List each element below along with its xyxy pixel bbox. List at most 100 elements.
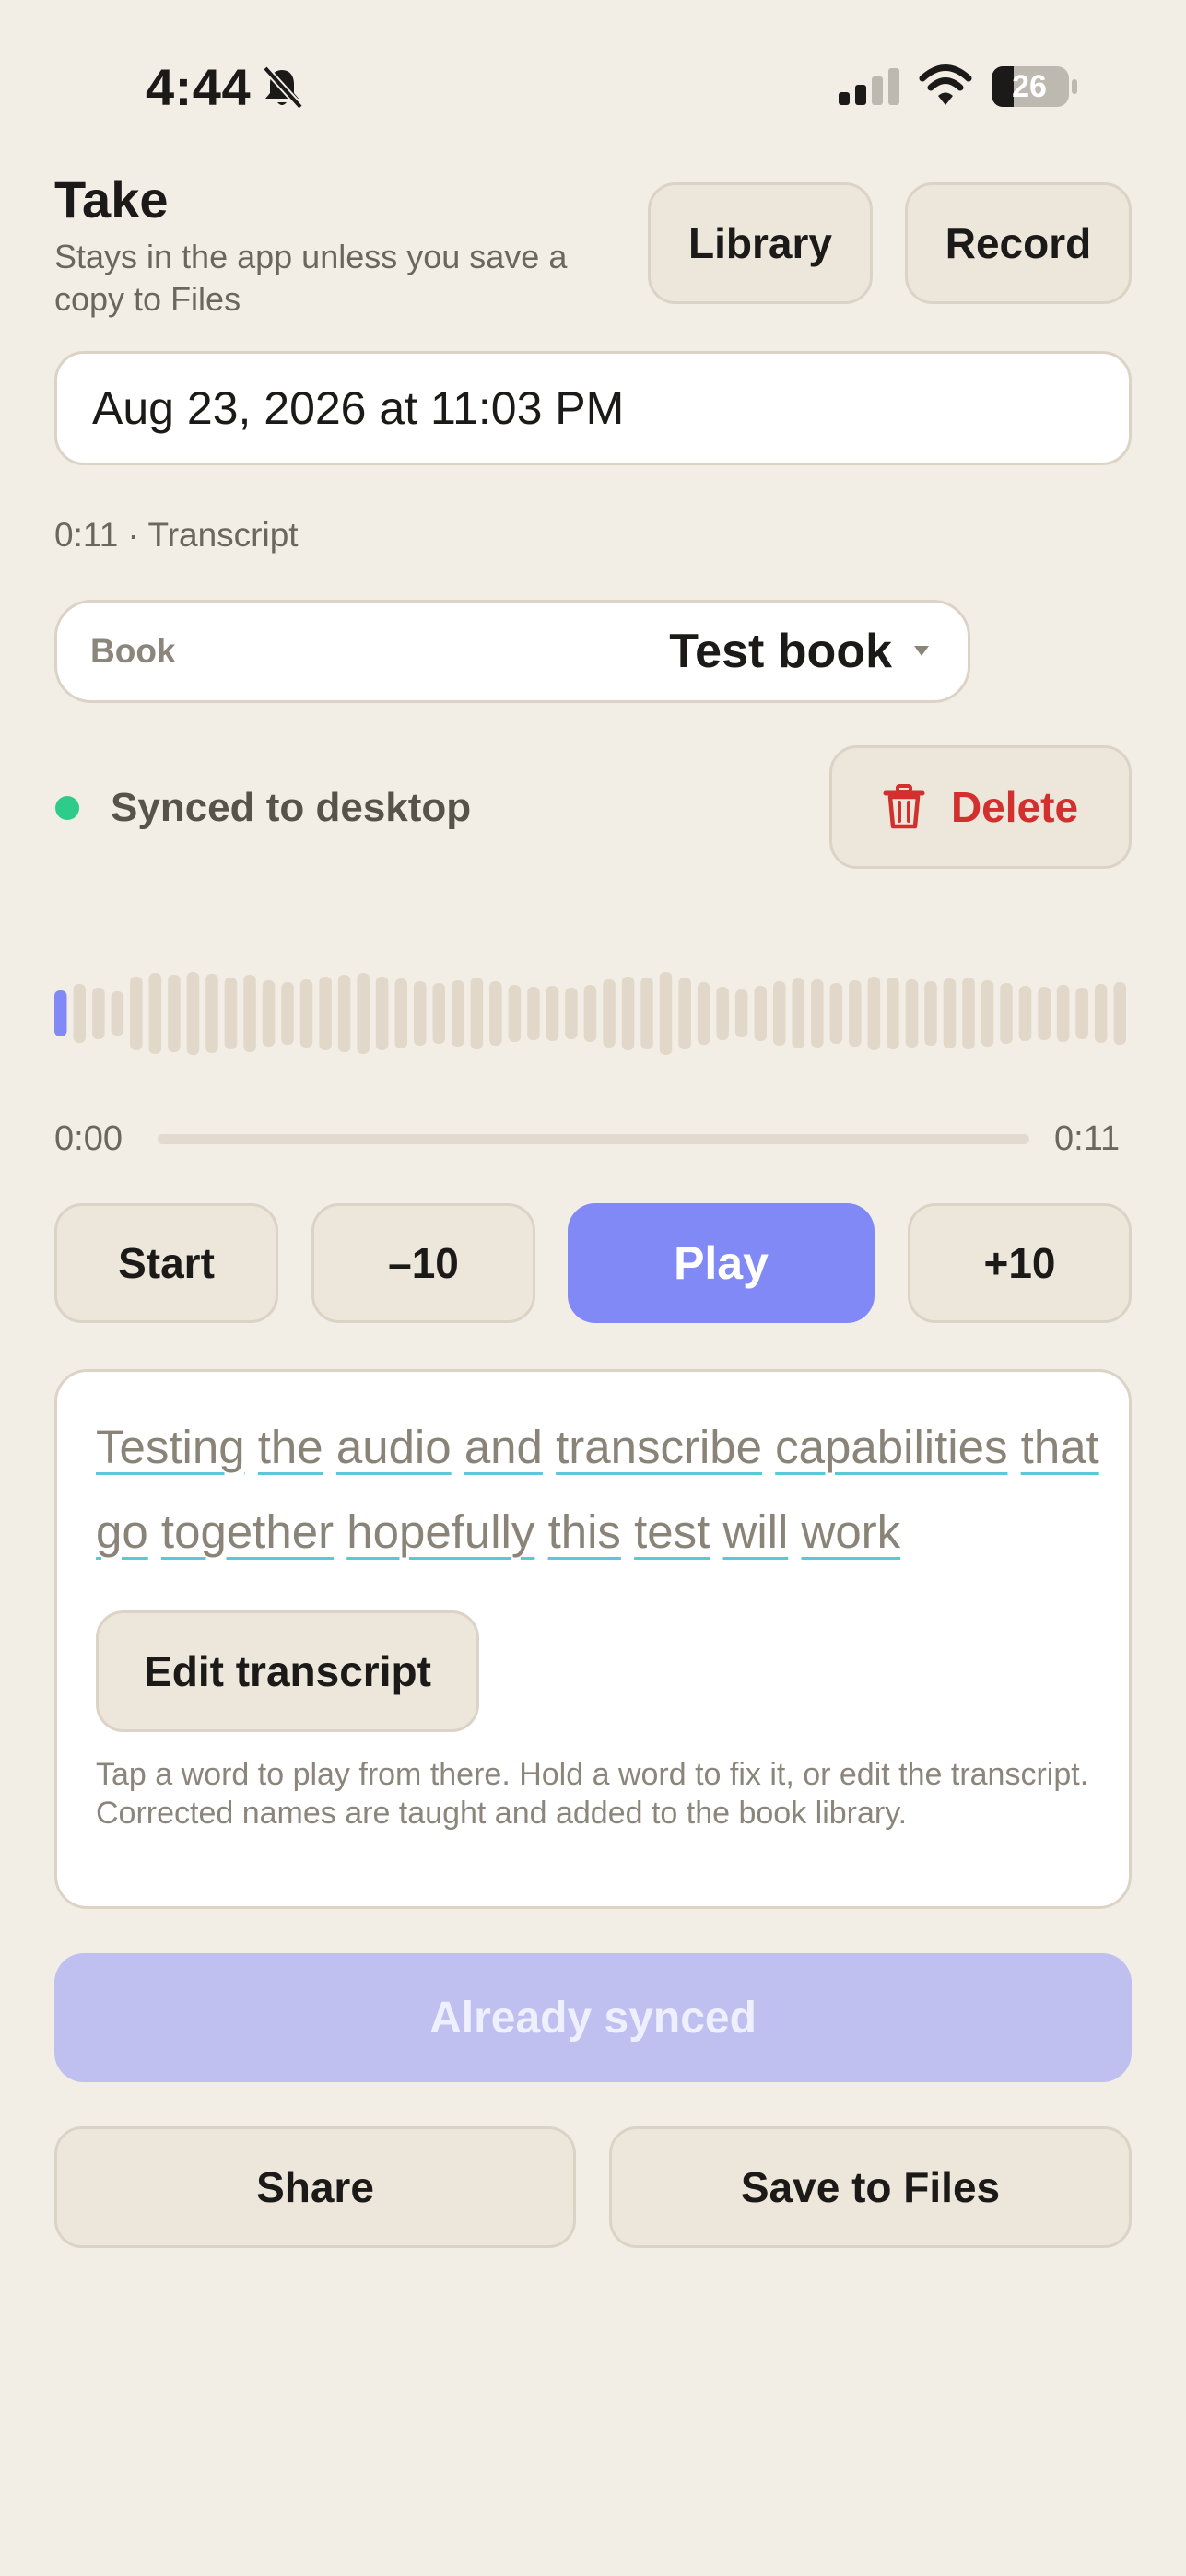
- already-synced-button[interactable]: Already synced: [54, 1953, 1132, 2082]
- status-time: 4:44: [146, 58, 252, 116]
- library-button[interactable]: Library: [648, 182, 873, 304]
- transcript-word[interactable]: hopefully: [346, 1505, 534, 1558]
- transcript-word[interactable]: this: [548, 1505, 621, 1558]
- waveform-bar: [621, 977, 635, 1050]
- transcript-word[interactable]: together: [161, 1505, 334, 1558]
- caret-down-icon: [914, 646, 929, 656]
- waveform-bar: [111, 991, 124, 1036]
- sync-status-text: Synced to desktop: [111, 785, 472, 830]
- waveform-bar: [640, 978, 653, 1049]
- waveform-bar: [281, 982, 294, 1045]
- transcript-text: Testing the audio and transcribe capabil…: [96, 1405, 1100, 1575]
- transcript-word[interactable]: the: [258, 1421, 323, 1473]
- transcript-hint: Tap a word to play from there. Hold a wo…: [96, 1757, 1089, 1831]
- transcript-word[interactable]: Testing: [96, 1421, 245, 1473]
- page-subtitle: Stays in the app unless you save a copy …: [54, 238, 568, 318]
- waveform-bar: [829, 983, 843, 1044]
- transcript-word[interactable]: test: [634, 1505, 710, 1558]
- waveform-bar: [659, 972, 673, 1055]
- waveform-bar: [186, 972, 200, 1055]
- waveform-bar: [962, 978, 975, 1049]
- waveform-bar: [943, 978, 957, 1048]
- waveform-bar: [489, 981, 502, 1046]
- waveform-bar: [924, 981, 937, 1046]
- waveform-bar: [508, 985, 522, 1042]
- share-button[interactable]: Share: [54, 2126, 576, 2248]
- current-time: 0:00: [54, 1119, 123, 1158]
- transcript-word[interactable]: and: [464, 1421, 543, 1473]
- waveform-bar: [792, 978, 804, 1048]
- waveform-bar: [1056, 985, 1070, 1042]
- take-meta: 0:11 · Transcript: [54, 516, 299, 554]
- sync-status-dot: [55, 796, 79, 820]
- transcript-word[interactable]: audio: [336, 1421, 452, 1473]
- waveform-bar: [981, 980, 994, 1047]
- transcript-word[interactable]: work: [801, 1505, 900, 1558]
- waveform-bar: [887, 978, 899, 1049]
- waveform-bar: [130, 977, 143, 1050]
- waveform-bar: [1113, 982, 1126, 1045]
- cellular-signal-icon: [839, 68, 899, 105]
- waveform-bar: [299, 979, 313, 1048]
- play-button[interactable]: Play: [568, 1203, 875, 1323]
- wifi-icon: [919, 64, 972, 105]
- take-title-field[interactable]: Aug 23, 2026 at 11:03 PM: [54, 351, 1132, 465]
- forward-10-button[interactable]: +10: [908, 1203, 1132, 1323]
- waveform-bar: [1000, 983, 1013, 1044]
- bell-muted-icon: [263, 65, 303, 110]
- waveform-bar: [414, 981, 427, 1046]
- waveform-bar: [734, 989, 748, 1037]
- transcript-word[interactable]: transcribe: [556, 1421, 762, 1473]
- waveform-bar: [697, 982, 710, 1045]
- waveform-bar: [92, 988, 105, 1039]
- transcript-word[interactable]: capabilities: [775, 1421, 1007, 1473]
- delete-button[interactable]: Delete: [829, 745, 1132, 869]
- waveform-bar: [583, 985, 597, 1042]
- page-title: Take: [54, 170, 169, 228]
- waveform-bar: [470, 978, 484, 1049]
- waveform-bar: [565, 988, 578, 1039]
- save-to-files-button[interactable]: Save to Files: [609, 2126, 1132, 2248]
- waveform-bar: [527, 987, 540, 1040]
- waveform-bar: [1018, 986, 1032, 1041]
- battery-icon: 26: [990, 64, 1078, 109]
- waveform-bar: [54, 990, 67, 1036]
- waveform-bar: [243, 975, 256, 1052]
- back-10-button[interactable]: –10: [311, 1203, 535, 1323]
- book-select[interactable]: Book Test book: [54, 600, 970, 703]
- record-button[interactable]: Record: [905, 182, 1132, 304]
- transcript-card: Testing the audio and transcribe capabil…: [54, 1369, 1132, 1909]
- audio-waveform[interactable]: [54, 949, 1133, 1078]
- waveform-bar: [168, 975, 181, 1052]
- trash-icon: [883, 784, 925, 829]
- waveform-bar: [849, 980, 862, 1047]
- waveform-bar: [716, 987, 729, 1040]
- waveform-bar: [394, 978, 407, 1048]
- duration-time: 0:11: [1054, 1119, 1121, 1158]
- waveform-bar: [546, 986, 559, 1041]
- waveform-bar: [375, 977, 389, 1050]
- waveform-bar: [262, 980, 276, 1047]
- book-label: Book: [90, 632, 176, 670]
- edit-transcript-button[interactable]: Edit transcript: [96, 1610, 479, 1732]
- waveform-bar: [773, 981, 786, 1046]
- waveform-bar: [224, 978, 238, 1049]
- waveform-bar: [357, 973, 370, 1054]
- waveform-bar: [73, 984, 86, 1043]
- transcript-word[interactable]: will: [722, 1505, 788, 1558]
- waveform-bar: [867, 977, 881, 1050]
- waveform-bar: [432, 983, 445, 1044]
- battery-level: 26: [1012, 69, 1047, 104]
- waveform-bar: [1094, 984, 1108, 1043]
- waveform-bar: [319, 977, 332, 1050]
- transcript-word[interactable]: go: [96, 1505, 148, 1558]
- waveform-bar: [811, 979, 824, 1048]
- transcript-word[interactable]: that: [1021, 1421, 1099, 1473]
- waveform-bar: [678, 978, 691, 1049]
- start-button[interactable]: Start: [54, 1203, 278, 1323]
- waveform-bar: [1075, 988, 1088, 1039]
- waveform-bar: [603, 979, 616, 1048]
- playback-scrubber[interactable]: [158, 1134, 1029, 1144]
- waveform-bar: [1038, 987, 1051, 1040]
- waveform-bar: [337, 975, 351, 1052]
